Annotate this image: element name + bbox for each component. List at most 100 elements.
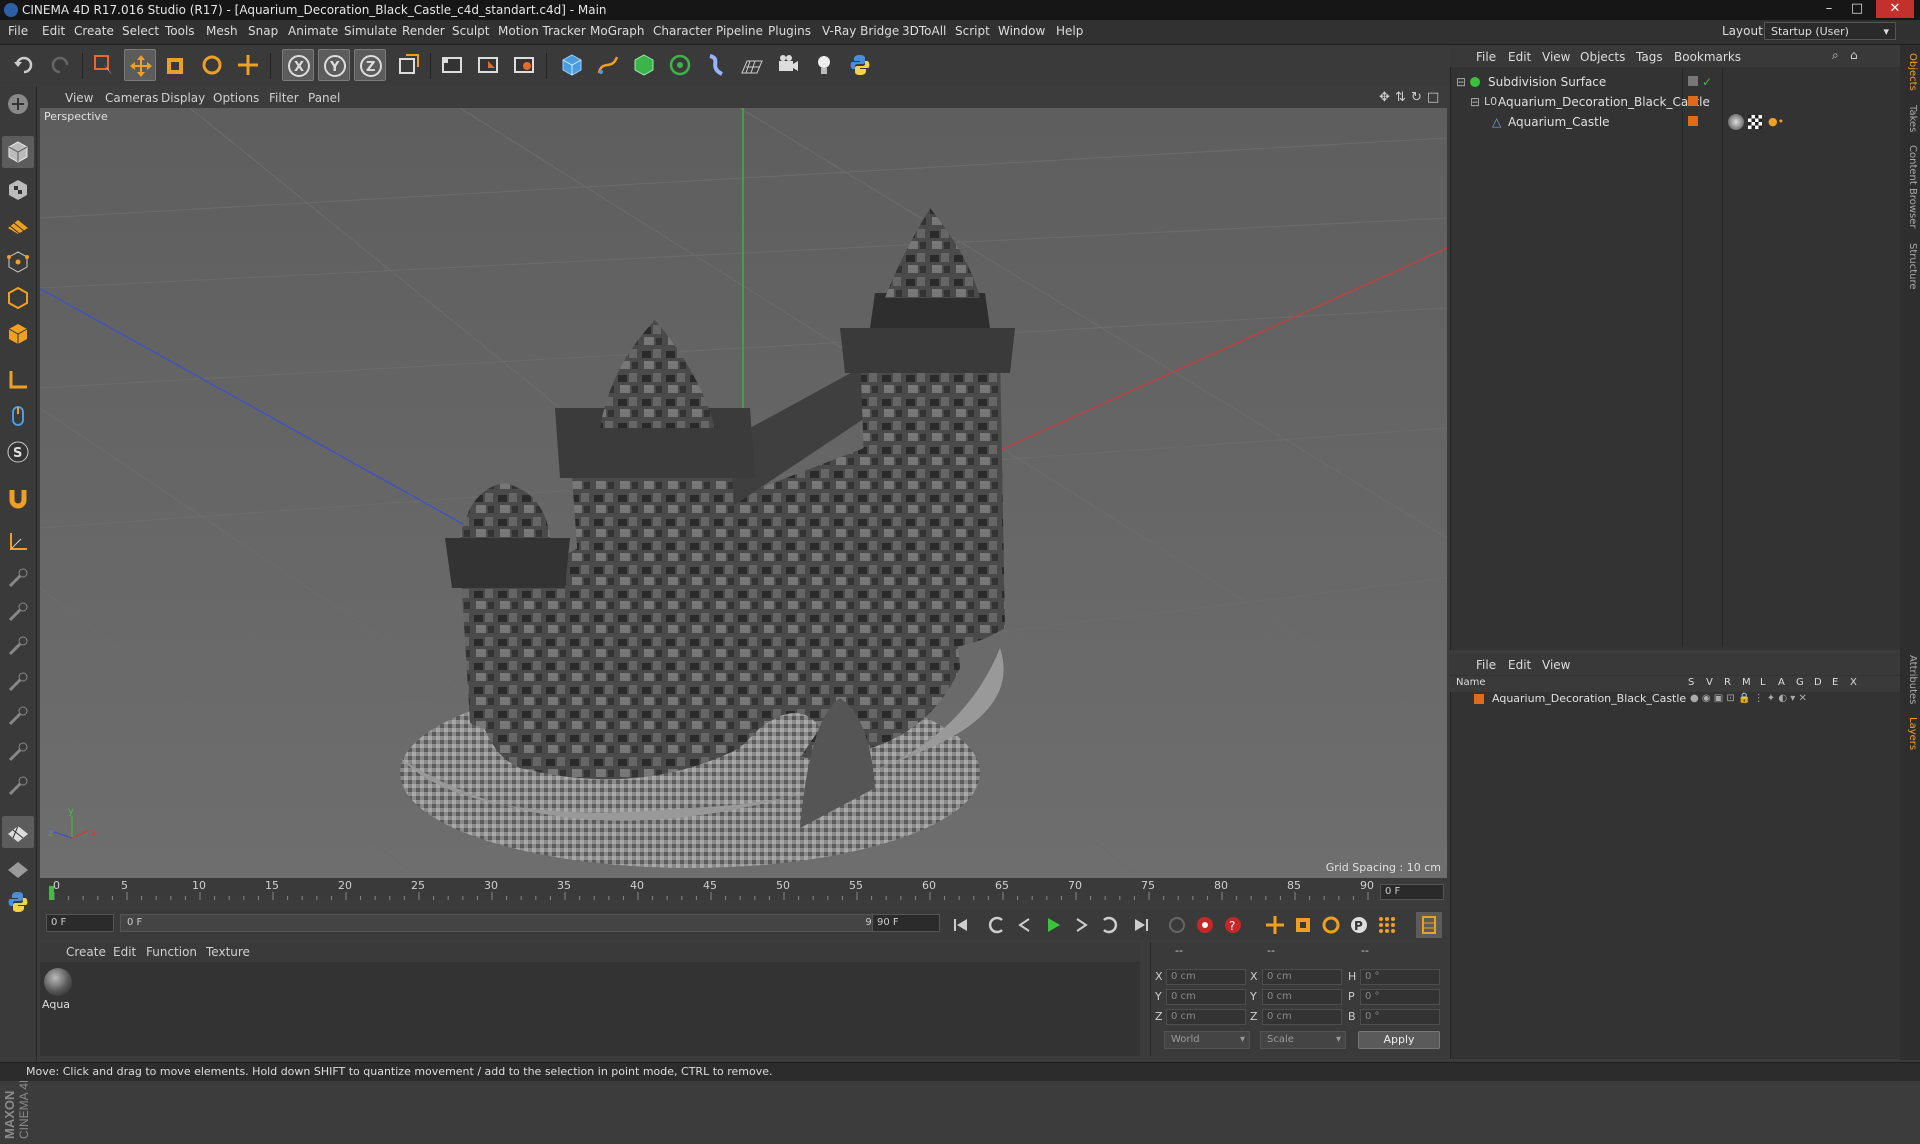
key-scale-button[interactable] [1290,912,1316,938]
col-generators[interactable]: G [1796,677,1804,688]
menu-select[interactable]: Select [122,24,159,38]
material-swatch[interactable] [44,968,72,996]
tab-objects[interactable]: Objects [1902,53,1918,91]
col-view[interactable]: V [1706,677,1713,688]
material-tag-icon[interactable] [1728,114,1744,130]
light-button[interactable] [808,49,840,81]
menu-mesh[interactable]: Mesh [206,24,238,38]
menu-simulate[interactable]: Simulate [344,24,397,38]
goto-end-button[interactable] [1128,912,1154,938]
object-row[interactable]: △ Aquarium_Castle ●• [1452,113,1898,131]
size-z-field[interactable]: 0 cm [1262,1009,1342,1025]
cube-object-button[interactable] [556,49,588,81]
mat-menu-texture[interactable]: Texture [206,945,250,959]
camera-button[interactable] [772,49,804,81]
record-button[interactable] [1192,912,1218,938]
menu-file[interactable]: File [8,24,28,38]
subdivision-surface-button[interactable] [628,49,660,81]
brush-tool-6-button[interactable] [2,736,34,768]
om-menu-view[interactable]: View [1542,50,1570,64]
loop-button[interactable] [984,912,1010,938]
menu-help[interactable]: Help [1056,24,1083,38]
col-animation[interactable]: A [1778,677,1785,688]
position-y-field[interactable]: 0 cm [1166,989,1246,1005]
uvw-tag-icon[interactable] [1748,115,1762,129]
model-mode-button[interactable] [2,136,34,168]
menu-3dtoall[interactable]: 3DToAll [902,24,946,38]
om-menu-objects[interactable]: Objects [1580,50,1625,64]
mat-menu-create[interactable]: Create [66,945,106,959]
position-z-field[interactable]: 0 cm [1166,1009,1246,1025]
vp-menu-cameras[interactable]: Cameras [105,91,158,105]
render-view-button[interactable] [436,49,468,81]
cloner-button[interactable] [664,49,696,81]
rotate-tool-button[interactable] [196,49,228,81]
collapse-icon[interactable]: ⊟ [1470,93,1480,111]
tweak-mode-button[interactable] [2,400,34,432]
brush-tool-2-button[interactable] [2,596,34,628]
om-menu-tags[interactable]: Tags [1636,50,1663,64]
menu-mograph[interactable]: MoGraph [590,24,645,38]
layer-toggle-icons[interactable]: ● ◉ ▣ ⊡ 🔒 ⋮ ✦ ◐ ▾ ✕ [1690,690,1807,708]
play-button[interactable] [1040,912,1066,938]
size-x-field[interactable]: 0 cm [1262,969,1342,985]
object-row[interactable]: ⊟ Subdivision Surface ✓ [1452,73,1898,91]
coordinate-space-dropdown[interactable]: World ▾ [1164,1031,1250,1049]
rotation-b-field[interactable]: 0 ° [1360,1009,1440,1025]
layer-color-swatch[interactable] [1474,694,1484,704]
end-frame-field[interactable]: 90 F [872,914,940,932]
maximize-button[interactable]: □ [1844,0,1870,18]
viewport-maximize-icon[interactable]: □ [1427,90,1439,105]
magnet-tool-button[interactable] [2,482,34,514]
enabled-check-icon[interactable]: ✓ [1702,73,1712,91]
size-y-field[interactable]: 0 cm [1262,989,1342,1005]
autokey-button[interactable]: ? [1220,912,1246,938]
polygon-mode-button[interactable] [2,318,34,350]
visibility-icon[interactable] [1688,76,1698,86]
brush-tool-1-button[interactable] [2,562,34,594]
scale-tool-button[interactable] [160,49,192,81]
goto-start-button[interactable] [948,912,974,938]
close-button[interactable]: ✕ [1876,0,1914,18]
coordinate-system-button[interactable] [392,49,424,81]
viewport-rotate-icon[interactable]: ↻ [1411,90,1422,105]
tab-takes[interactable]: Takes [1902,105,1918,132]
position-x-field[interactable]: 0 cm [1166,969,1246,985]
menu-create[interactable]: Create [74,24,114,38]
col-manager[interactable]: M [1742,677,1751,688]
lm-menu-file[interactable]: File [1476,658,1496,672]
viewport-move-icon[interactable]: ✥ [1379,90,1390,105]
texture-mode-button[interactable] [2,174,34,206]
collapse-icon[interactable]: ⊟ [1456,73,1466,91]
3d-viewport[interactable]: y z x Perspective Grid Spacing : 10 cm [40,108,1447,878]
col-locked[interactable]: L [1760,677,1766,688]
home-icon[interactable]: ⌂ [1850,48,1858,62]
brush-tool-4-button[interactable] [2,666,34,698]
vp-menu-panel[interactable]: Panel [308,91,340,105]
phong-tag-icon[interactable]: ●• [1768,113,1784,131]
brush-tool-5-button[interactable] [2,700,34,732]
next-frame-button[interactable] [1068,912,1094,938]
object-row[interactable]: ⊟ L0 Aquarium_Decoration_Black_Castle [1452,93,1898,111]
redo-button[interactable] [44,49,76,81]
menu-snap[interactable]: Snap [248,24,278,38]
move-tool-button[interactable] [124,49,156,81]
col-deformers[interactable]: D [1814,677,1822,688]
lm-menu-view[interactable]: View [1542,658,1570,672]
start-frame-field[interactable]: 0 F [46,914,114,932]
sculpt-grid-button[interactable] [2,852,34,884]
deformer-button[interactable] [700,49,732,81]
menu-character[interactable]: Character [653,24,712,38]
reverse-loop-button[interactable] [1096,912,1122,938]
om-menu-edit[interactable]: Edit [1508,50,1531,64]
key-position-button[interactable] [1262,912,1288,938]
brush-tool-7-button[interactable] [2,770,34,802]
axis-mode-button[interactable] [2,364,34,396]
tab-structure[interactable]: Structure [1902,243,1918,290]
menu-animate[interactable]: Animate [288,24,338,38]
render-picture-viewer-button[interactable] [472,49,504,81]
menu-vray-bridge[interactable]: V-Ray Bridge [822,24,899,38]
menu-window[interactable]: Window [998,24,1045,38]
paint-grid-button[interactable] [2,816,34,848]
python-button[interactable] [844,49,876,81]
